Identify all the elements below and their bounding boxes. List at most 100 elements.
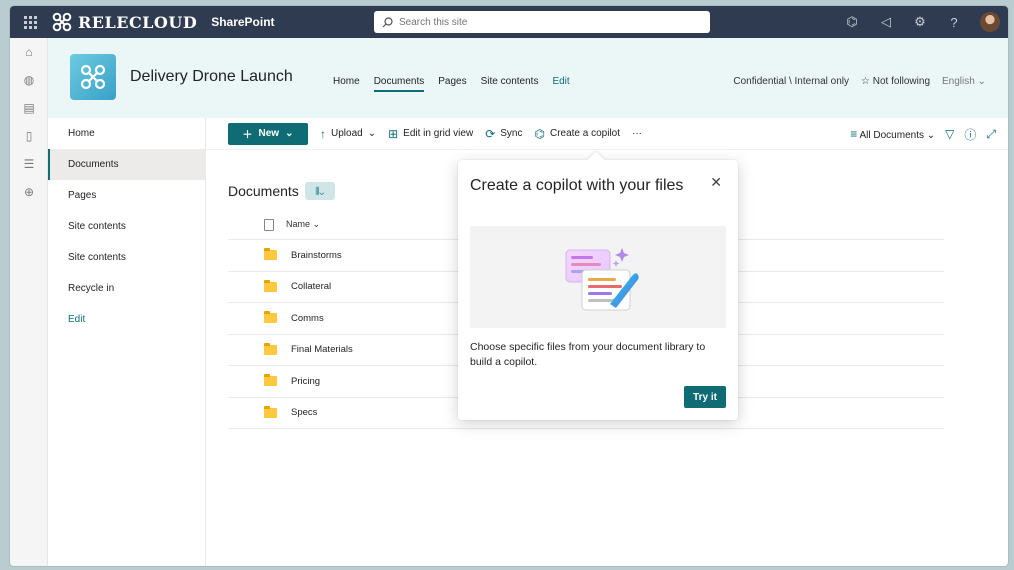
file-type-icon — [264, 218, 274, 231]
new-button[interactable]: ＋ New ⌄ — [228, 122, 308, 145]
name-column-header[interactable]: Name ⌄ — [286, 219, 320, 230]
folder-icon — [264, 248, 277, 261]
waffle-icon — [23, 15, 37, 29]
close-icon[interactable]: ✕ — [710, 174, 722, 191]
edit-grid-view-label: Edit in grid view — [403, 128, 474, 139]
top-navigation: Home Documents Pages Site contents Edit — [333, 76, 570, 92]
suite-bar: RELECLOUD SharePoint ⌬ ◁ ⚙ ? — [10, 6, 1008, 38]
follow-button[interactable]: ☆ Not following — [861, 76, 930, 87]
settings-gear-icon[interactable]: ⚙ — [912, 14, 928, 30]
sharepoint-window: RELECLOUD SharePoint ⌬ ◁ ⚙ ? ⌂ ◍ ▤ ▯ ☰ ⊕ — [10, 6, 1008, 566]
add-circle-icon[interactable]: ⊕ — [10, 178, 48, 206]
globe-icon[interactable]: ◍ — [10, 66, 48, 94]
chevron-down-icon: ⌄ — [977, 76, 986, 87]
site-search-box[interactable] — [374, 11, 710, 33]
follow-label: Not following — [872, 76, 931, 87]
library-icon: ⫼⌄ — [315, 185, 325, 196]
search-input[interactable] — [399, 16, 679, 28]
app-rail: ⌂ ◍ ▤ ▯ ☰ ⊕ — [10, 38, 48, 566]
upload-arrow-icon: ↑ — [320, 126, 326, 141]
document-icon[interactable]: ▯ — [10, 122, 48, 150]
upload-button[interactable]: ↑ Upload ⌄ — [320, 127, 376, 141]
folder-name[interactable]: Collateral — [291, 281, 331, 292]
site-logo[interactable] — [70, 54, 116, 100]
suite-actions: ⌬ ◁ ⚙ ? — [844, 6, 1000, 38]
user-avatar[interactable] — [980, 12, 1000, 32]
plus-icon: ＋ — [242, 130, 253, 141]
top-nav-home[interactable]: Home — [333, 76, 360, 92]
filter-icon[interactable]: ▽ — [945, 127, 954, 141]
sync-icon: ⟳ — [485, 126, 496, 141]
star-icon: ☆ — [861, 76, 870, 87]
more-actions-button[interactable]: ··· — [632, 128, 642, 139]
grid-icon: ⊞ — [388, 126, 399, 141]
copilot-illustration — [470, 226, 726, 328]
folder-name[interactable]: Pricing — [291, 376, 320, 387]
create-copilot-popover: Create a copilot with your files ✕ Choos… — [458, 151, 738, 420]
folder-icon — [264, 342, 277, 355]
sync-label: Sync — [500, 128, 523, 139]
left-nav-edit[interactable]: Edit — [48, 304, 205, 335]
sync-button[interactable]: ⟳ Sync — [485, 127, 522, 141]
list-lines-icon: ≡ — [850, 127, 858, 141]
home-icon[interactable]: ⌂ — [10, 38, 48, 66]
news-icon[interactable]: ▤ — [10, 94, 48, 122]
app-name: SharePoint — [211, 15, 275, 29]
brand[interactable]: RELECLOUD SharePoint — [52, 12, 275, 32]
folder-icon — [264, 279, 277, 292]
left-nav-documents[interactable]: Documents — [48, 149, 205, 180]
top-nav-pages[interactable]: Pages — [438, 76, 466, 92]
expand-icon[interactable]: ⤢ — [986, 127, 996, 142]
library-title-area: Documents ⫼⌄ — [228, 182, 335, 200]
site-title[interactable]: Delivery Drone Launch — [130, 68, 293, 86]
lists-icon[interactable]: ☰ — [10, 150, 48, 178]
view-controls: ≡ All Documents ⌄ ▽ ⓘ ⤢ — [850, 118, 996, 150]
info-icon[interactable]: ⓘ — [964, 126, 976, 143]
view-switcher[interactable]: ≡ All Documents ⌄ — [850, 127, 935, 141]
create-copilot-button[interactable]: ⌬ Create a copilot — [534, 127, 620, 141]
upload-label: Upload — [331, 128, 363, 139]
command-bar: ＋ New ⌄ ↑ Upload ⌄ ⊞ Edit in grid view ⟳… — [206, 118, 1008, 150]
left-nav-pages[interactable]: Pages — [48, 180, 205, 211]
name-column-label: Name — [286, 219, 311, 229]
drone-icon — [80, 64, 106, 90]
copilot-icon: ⌬ — [534, 126, 545, 141]
popover-arrow — [587, 151, 605, 169]
left-navigation: Home Documents Pages Site contents Site … — [48, 118, 206, 566]
copilot-icon[interactable]: ⌬ — [844, 14, 860, 30]
chevron-down-icon: ⌄ — [367, 128, 377, 139]
left-nav-site-contents[interactable]: Site contents — [48, 211, 205, 242]
copilot-files-illustration-icon — [565, 248, 639, 311]
chevron-down-icon: ⌄ — [285, 128, 294, 139]
left-nav-recycle-bin[interactable]: Recycle in — [48, 273, 205, 304]
left-nav-home[interactable]: Home — [48, 118, 205, 149]
folder-name[interactable]: Specs — [291, 407, 317, 418]
view-label: All Documents — [859, 130, 924, 141]
popover-description: Choose specific files from your document… — [470, 341, 706, 368]
view-options-button[interactable]: ⫼⌄ — [304, 182, 335, 200]
edit-grid-view-button[interactable]: ⊞ Edit in grid view — [388, 127, 473, 141]
folder-icon — [264, 405, 277, 418]
top-nav-documents[interactable]: Documents — [373, 76, 425, 92]
help-icon[interactable]: ? — [946, 15, 962, 30]
header-actions: Confidential \ Internal only ☆ Not follo… — [733, 76, 986, 87]
library-title: Documents — [228, 183, 299, 199]
megaphone-icon[interactable]: ◁ — [878, 14, 894, 30]
folder-icon — [264, 374, 277, 387]
top-nav-site-contents[interactable]: Site contents — [481, 76, 539, 92]
app-launcher-button[interactable] — [10, 6, 50, 38]
popover-title: Create a copilot with your files — [470, 177, 684, 194]
brand-name: RELECLOUD — [78, 12, 198, 32]
left-nav-site-contents-2[interactable]: Site contents — [48, 242, 205, 273]
create-copilot-label: Create a copilot — [549, 128, 621, 139]
top-nav-edit[interactable]: Edit — [552, 76, 569, 92]
folder-icon — [264, 311, 277, 324]
language-selector[interactable]: English ⌄ — [942, 76, 986, 87]
try-it-button[interactable]: Try it — [684, 386, 726, 408]
search-icon — [382, 16, 393, 27]
folder-name[interactable]: Brainstorms — [291, 250, 342, 261]
folder-name[interactable]: Final Materials — [291, 344, 353, 355]
sensitivity-label[interactable]: Confidential \ Internal only — [733, 76, 849, 87]
site-header: Delivery Drone Launch Home Documents Pag… — [48, 38, 1008, 118]
folder-name[interactable]: Comms — [291, 313, 324, 324]
